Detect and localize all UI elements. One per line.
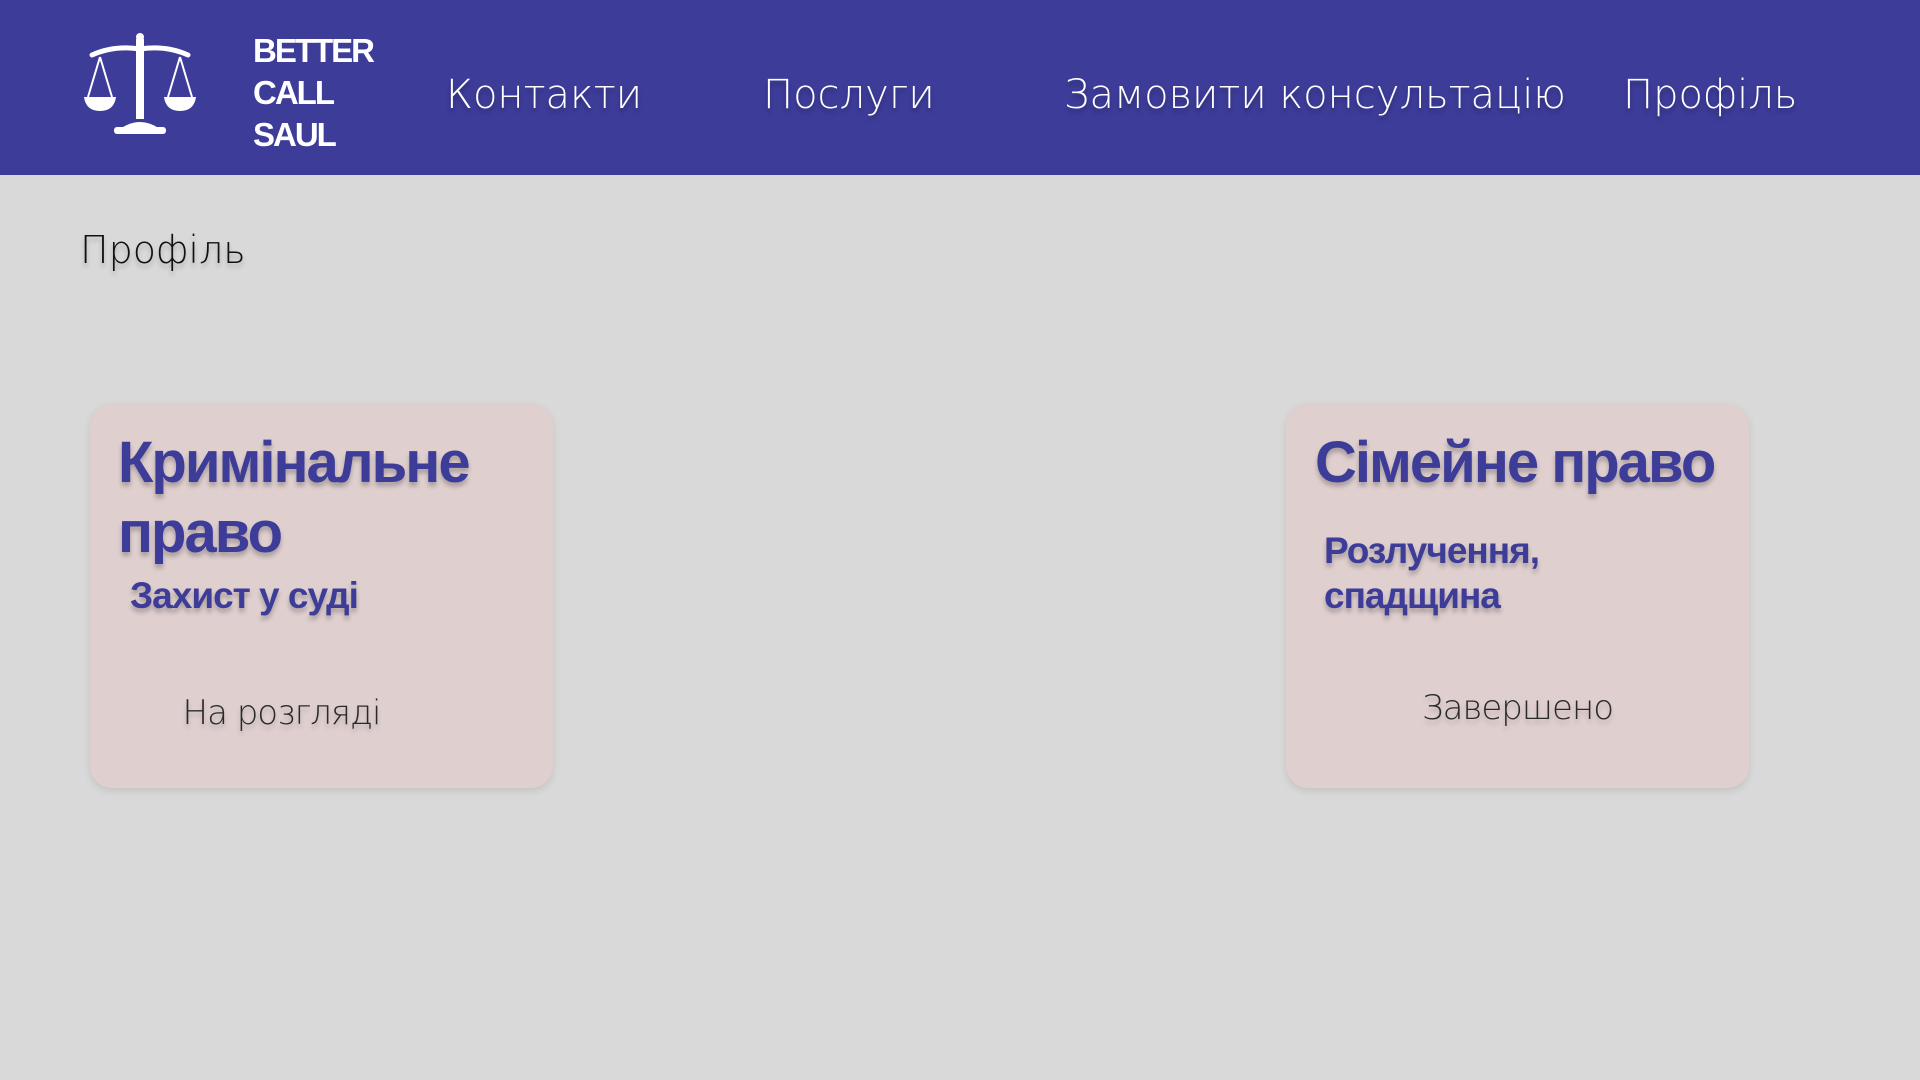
site-header: BETTER CALL SAUL Контакти Послуги Замови… [0,0,1920,175]
page-title: Профіль [80,228,246,272]
nav-order-consultation-link[interactable]: Замовити консультацію [1064,0,1566,190]
case-card-title: Сімейне право [1315,430,1716,495]
case-card-subtitle: Розлучення, спадщина [1324,530,1540,616]
logo-line-saul: SAUL [253,116,337,153]
case-card-status: Завершено [1422,688,1614,728]
case-card-subtitle: Захист у суді [130,575,359,616]
nav-profile-link[interactable]: Профіль [1623,0,1797,190]
nav-services-link[interactable]: Послуги [763,0,935,190]
case-card-title: Кримінальне право [118,430,471,565]
case-card-criminal-law[interactable]: Кримінальне право Захист у суді На розгл… [90,404,553,788]
nav-contacts-link[interactable]: Контакти [446,0,642,190]
logo-line-better: BETTER [253,32,375,69]
case-card-status: На розгляді [182,693,382,733]
logo-wordmark[interactable]: BETTER CALL SAUL [253,30,413,156]
case-card-family-law[interactable]: Сімейне право Розлучення, спадщина Завер… [1286,404,1749,788]
scales-of-justice-icon[interactable] [84,31,196,139]
logo-line-call: CALL [253,74,335,111]
